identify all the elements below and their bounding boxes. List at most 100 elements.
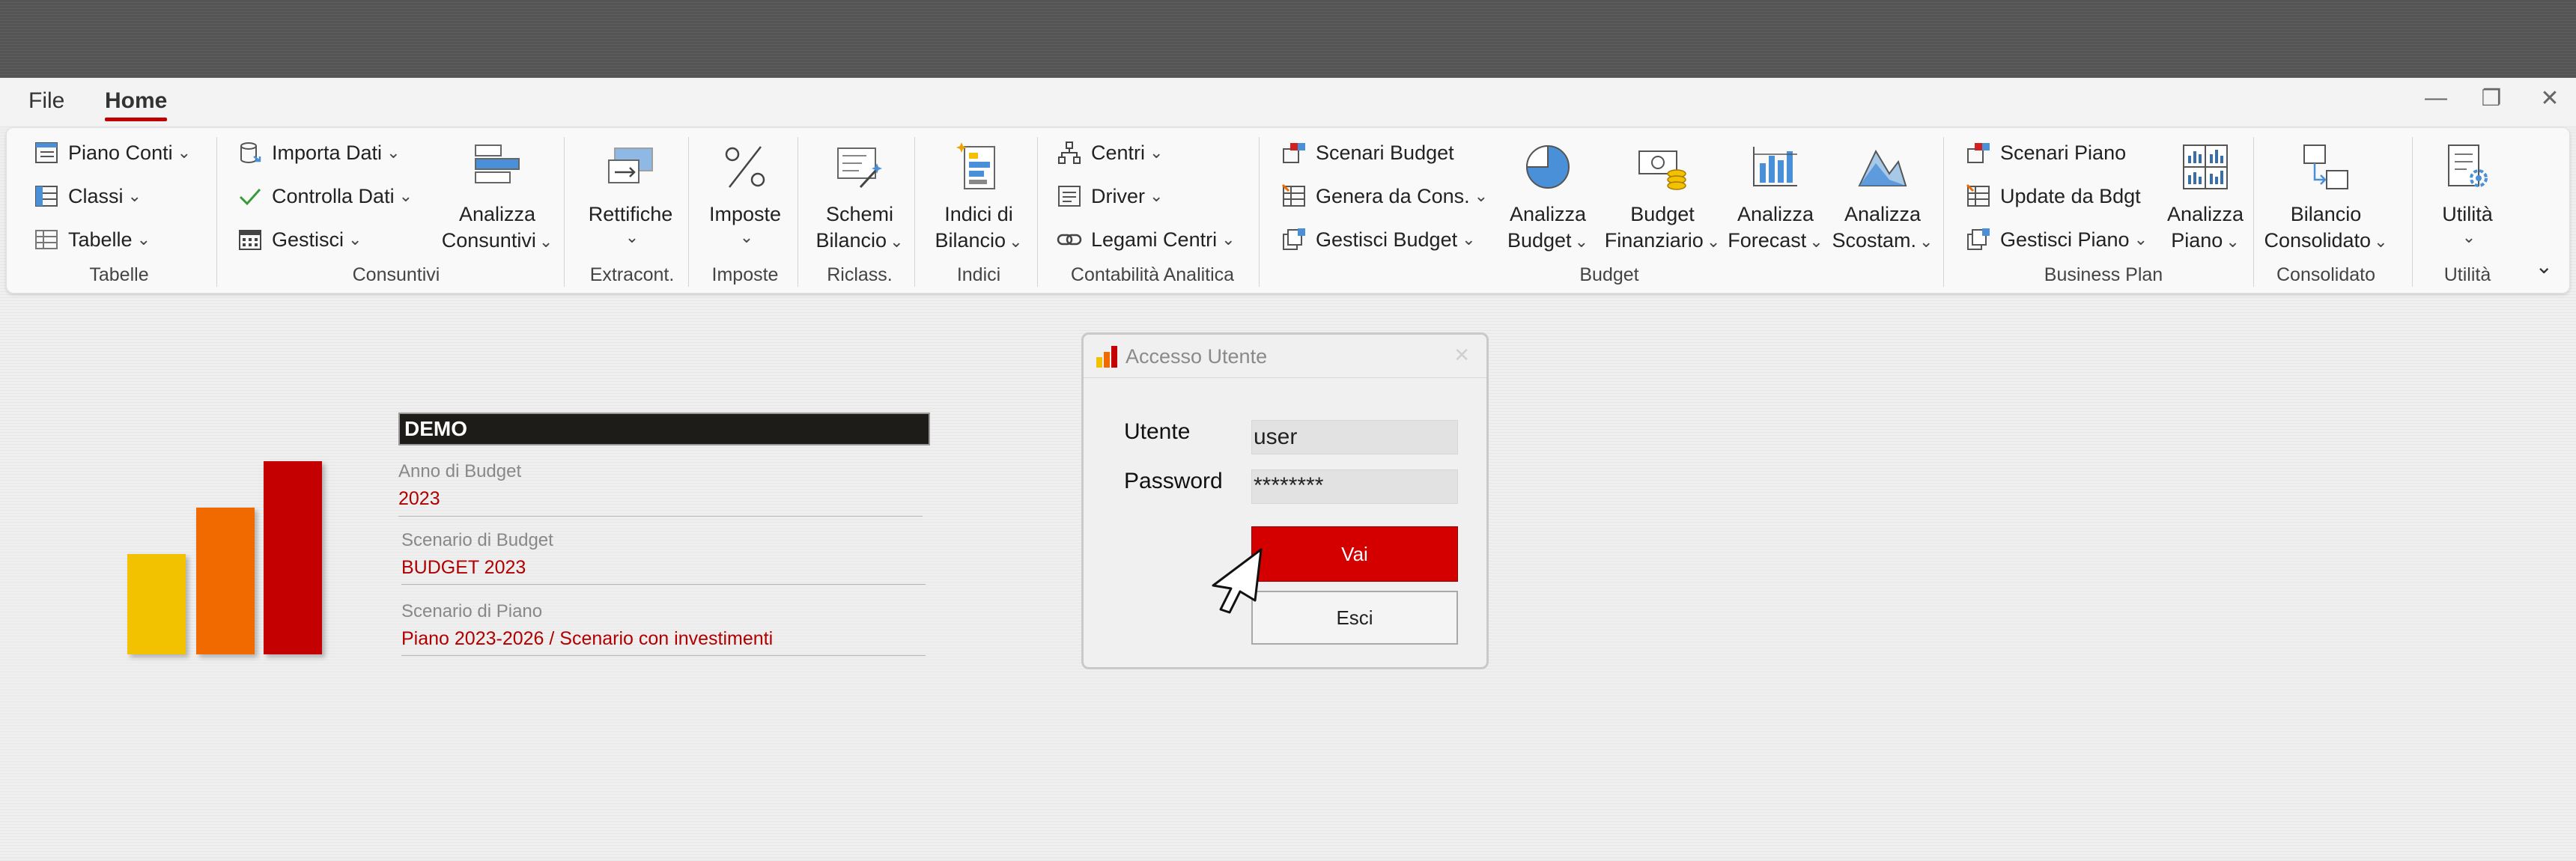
plan-scenario-value: Piano 2023-2026 / Scenario con investime… xyxy=(401,628,774,649)
dialog-title-bar[interactable]: Accesso Utente ✕ xyxy=(1084,335,1486,378)
close-window-button[interactable]: ✕ xyxy=(2531,85,2569,112)
centri-button[interactable]: Centri ⌄ xyxy=(1055,136,1163,170)
driver-button[interactable]: Driver ⌄ xyxy=(1055,179,1163,213)
tab-file[interactable]: File xyxy=(28,88,64,114)
analizza-piano-button[interactable]: Analizza Piano ⌄ xyxy=(2153,137,2258,254)
group-label-consolidato: Consolidato xyxy=(2276,264,2376,285)
group-label-tabelle: Tabelle xyxy=(89,264,149,285)
analizza-consuntivi-button[interactable]: Analizza Consuntivi ⌄ xyxy=(434,137,561,254)
restore-button[interactable]: ❐ xyxy=(2473,85,2510,112)
generate-icon xyxy=(1280,182,1308,210)
manage-budget-icon xyxy=(1280,225,1308,254)
username-label: Utente xyxy=(1124,419,1191,444)
checkmark-icon xyxy=(236,182,264,210)
group-label-indici: Indici xyxy=(956,264,1001,285)
login-dialog: Accesso Utente ✕ Utente Password *******… xyxy=(1081,332,1489,669)
group-label-utilita: Utilità xyxy=(2443,264,2491,285)
logo-bar-red xyxy=(264,461,322,654)
utilita-button[interactable]: Utilità ⌄ xyxy=(2419,137,2515,247)
link-icon xyxy=(1055,225,1084,254)
group-label-contabilita-analitica: Contabilità Analitica xyxy=(1070,264,1235,285)
group-label-imposte: Imposte xyxy=(711,264,779,285)
ribbon-separator xyxy=(914,137,915,287)
plan-scenario-label: Scenario di Piano xyxy=(401,601,543,621)
gestisci-budget-button[interactable]: Gestisci Budget ⌄ xyxy=(1280,222,1476,257)
pie-chart-icon xyxy=(1518,137,1578,197)
ratios-icon xyxy=(949,137,1009,197)
scenari-budget-button[interactable]: Scenari Budget xyxy=(1280,136,1454,170)
manage-plan-icon xyxy=(1964,225,1993,254)
group-label-budget: Budget xyxy=(1579,264,1639,285)
exit-button[interactable]: Esci xyxy=(1251,591,1458,645)
multi-chart-icon xyxy=(2175,137,2235,197)
group-label-riclass: Riclass. xyxy=(827,264,893,285)
money-coins-icon xyxy=(1632,137,1692,197)
dialog-close-icon[interactable]: ✕ xyxy=(1453,344,1470,367)
gestisci-piano-button[interactable]: Gestisci Piano ⌄ xyxy=(1964,222,2148,257)
legami-centri-button[interactable]: Legami Centri ⌄ xyxy=(1055,222,1236,257)
analizza-scostam-button[interactable]: Analizza Scostam. ⌄ xyxy=(1826,137,1939,254)
logo-bar-orange xyxy=(196,508,255,654)
dialog-title: Accesso Utente xyxy=(1126,345,1268,368)
classi-button[interactable]: Classi ⌄ xyxy=(32,179,142,213)
piano-conti-button[interactable]: Piano Conti ⌄ xyxy=(32,136,191,170)
budget-year-value: 2023 xyxy=(398,488,440,509)
ribbon-separator xyxy=(216,137,217,287)
genera-da-cons-button[interactable]: Genera da Cons. ⌄ xyxy=(1280,179,1488,213)
budget-finanziario-button[interactable]: Budget Finanziario ⌄ xyxy=(1600,137,1725,254)
schemi-bilancio-button[interactable]: Schemi Bilancio ⌄ xyxy=(804,137,916,254)
ribbon-separator xyxy=(1943,137,1944,287)
username-input[interactable] xyxy=(1251,420,1458,454)
gestisci-button[interactable]: Gestisci ⌄ xyxy=(236,222,362,257)
divider xyxy=(401,584,926,585)
ribbon-separator xyxy=(688,137,689,287)
analizza-forecast-button[interactable]: Analizza Forecast ⌄ xyxy=(1725,137,1826,254)
app-logo xyxy=(127,458,322,654)
divider xyxy=(401,655,926,656)
classes-icon xyxy=(32,182,61,210)
logo-bar-yellow xyxy=(127,554,186,654)
controlla-dati-button[interactable]: Controlla Dati ⌄ xyxy=(236,179,413,213)
rettifiche-button[interactable]: Rettifiche ⌄ xyxy=(574,137,687,247)
ribbon-separator xyxy=(1259,137,1260,287)
budget-scenario-label: Scenario di Budget xyxy=(401,530,553,550)
mouse-pointer-icon xyxy=(1212,548,1263,614)
budget-scenario-value: BUDGET 2023 xyxy=(401,557,526,578)
collapse-ribbon-chevron-icon[interactable]: ⌄ xyxy=(2536,254,2553,279)
calendar-icon xyxy=(236,225,264,254)
minimize-button[interactable]: — xyxy=(2417,85,2455,111)
login-button[interactable]: Vai xyxy=(1251,526,1458,582)
settings-list-icon xyxy=(2437,137,2497,197)
analizza-budget-button[interactable]: Analizza Budget ⌄ xyxy=(1495,137,1600,254)
org-chart-icon xyxy=(1055,139,1084,167)
update-da-bdgt-button[interactable]: Update da Bdgt xyxy=(1964,179,2141,213)
group-label-extracont: Extracont. xyxy=(589,264,675,285)
update-icon xyxy=(1964,182,1993,210)
adjustments-icon xyxy=(601,137,660,197)
password-label: Password xyxy=(1124,469,1223,493)
tab-home[interactable]: Home xyxy=(105,88,168,121)
tabelle-button[interactable]: Tabelle ⌄ xyxy=(32,222,151,257)
chart-of-accounts-icon xyxy=(32,139,61,167)
analyze-actuals-icon xyxy=(467,137,527,197)
indici-bilancio-button[interactable]: Indici di Bilancio ⌄ xyxy=(919,137,1039,254)
consolidation-icon xyxy=(2296,137,2356,197)
budget-year-label: Anno di Budget xyxy=(398,461,522,481)
ribbon-separator xyxy=(2253,137,2254,287)
scenari-piano-button[interactable]: Scenari Piano xyxy=(1964,136,2126,170)
group-label-consuntivi: Consuntivi xyxy=(352,264,440,285)
password-input[interactable]: ******** xyxy=(1251,469,1458,504)
imposte-button[interactable]: Imposte ⌄ xyxy=(693,137,798,247)
database-import-icon xyxy=(236,139,264,167)
bilancio-consolidato-button[interactable]: Bilancio Consolidato ⌄ xyxy=(2261,137,2391,254)
divider xyxy=(398,516,923,517)
importa-dati-button[interactable]: Importa Dati ⌄ xyxy=(236,136,401,170)
scenarios-icon xyxy=(1280,139,1308,167)
ribbon: Piano Conti ⌄ Classi ⌄ Tabelle ⌄ Tabelle Im… xyxy=(6,127,2570,293)
company-name: DEMO xyxy=(398,413,930,445)
title-bar xyxy=(0,0,2576,78)
ribbon-separator xyxy=(2412,137,2413,287)
list-icon xyxy=(1055,182,1084,210)
schema-wand-icon xyxy=(830,137,890,197)
mountain-chart-icon xyxy=(1853,137,1913,197)
